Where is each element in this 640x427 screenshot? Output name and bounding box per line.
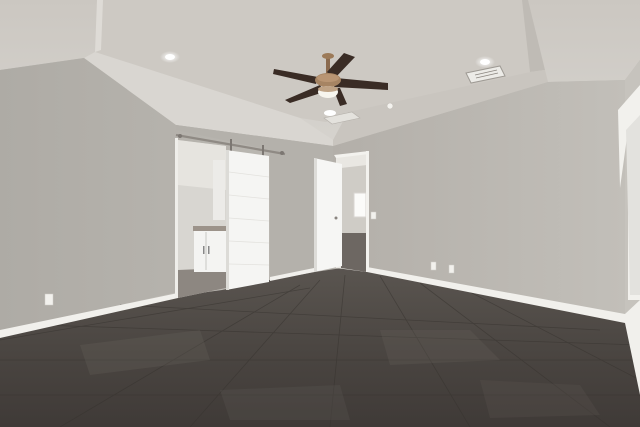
window xyxy=(353,192,367,218)
open-door xyxy=(314,158,342,272)
light-switch xyxy=(370,211,377,220)
sliding-barn-door xyxy=(226,150,270,290)
bathroom-doorway xyxy=(175,138,226,298)
bedroom-photo xyxy=(0,0,640,427)
bathroom-vanity xyxy=(193,226,226,272)
smoke-detector xyxy=(386,102,394,110)
